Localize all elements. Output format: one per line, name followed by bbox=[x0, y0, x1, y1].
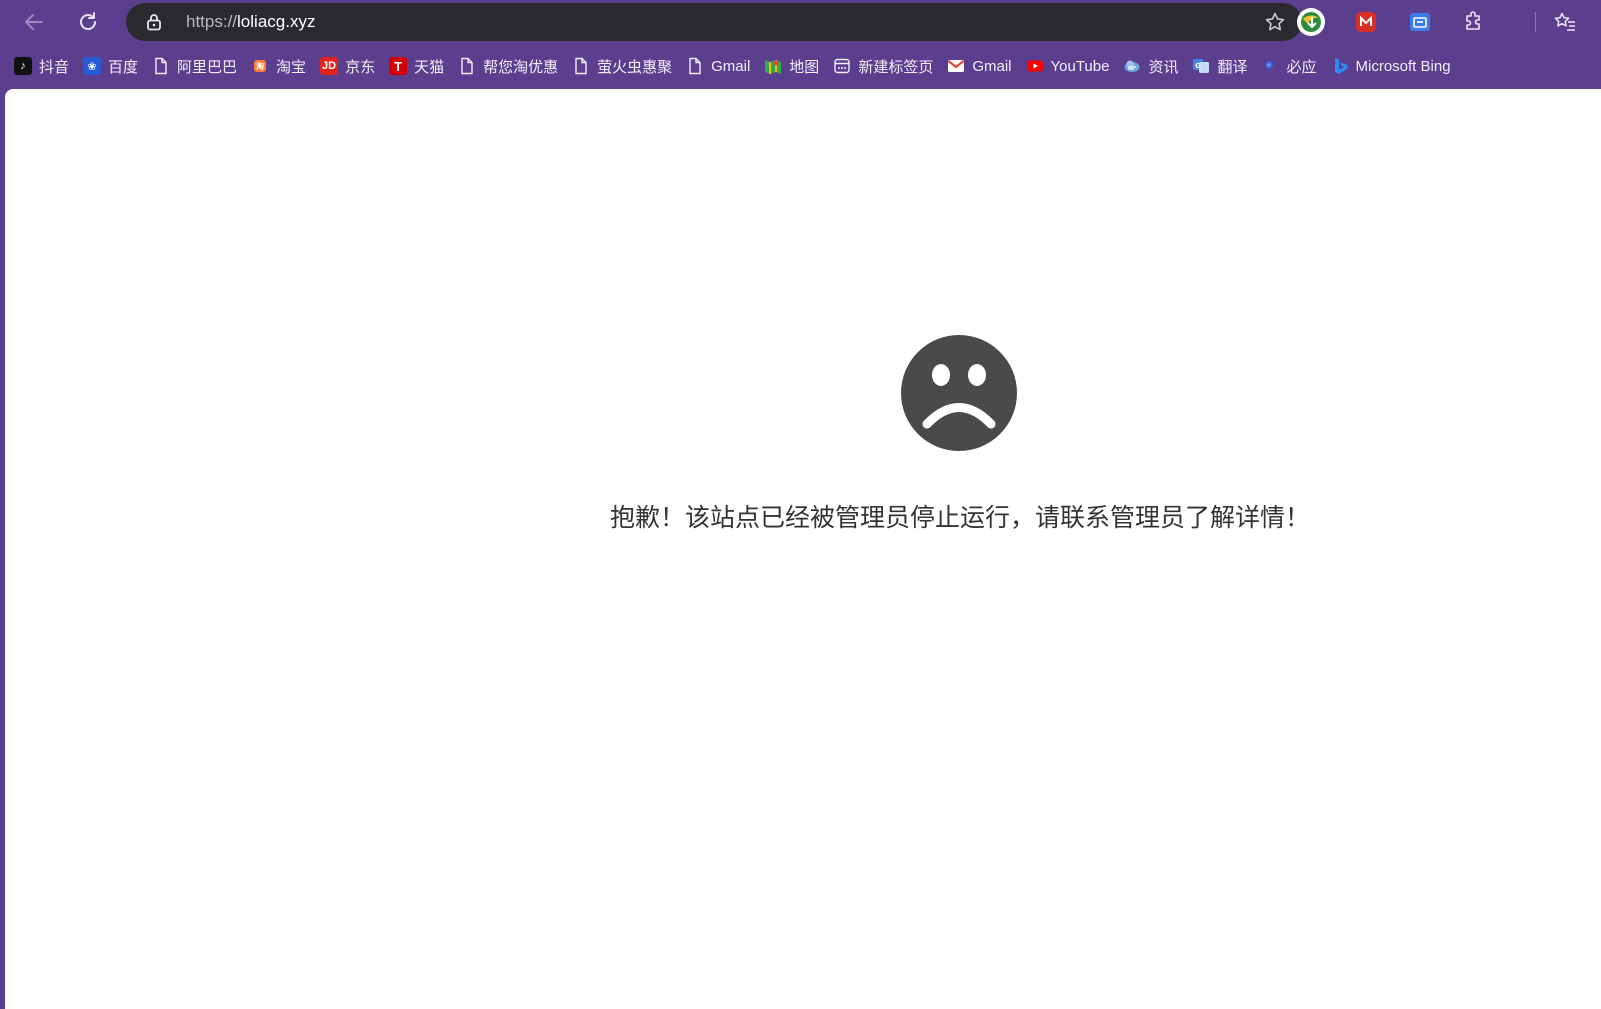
bookmark-label: 京东 bbox=[345, 58, 376, 76]
lock-icon[interactable] bbox=[144, 12, 164, 32]
bookmark-label: 淘宝 bbox=[276, 58, 307, 76]
bing-dot-icon bbox=[1265, 61, 1274, 69]
svg-text:G: G bbox=[1196, 62, 1202, 70]
bookmark-coupon[interactable]: 帮您淘优惠 bbox=[458, 52, 558, 80]
bookmark-tmall[interactable]: T 天猫 bbox=[389, 52, 444, 80]
bookmark-news[interactable]: 资讯 bbox=[1123, 52, 1178, 80]
extensions-button[interactable] bbox=[1459, 7, 1489, 37]
m-extension-icon bbox=[1356, 12, 1376, 32]
address-bar[interactable]: https://loliacg.xyz bbox=[126, 3, 1302, 41]
calendar-extension-icon bbox=[1410, 13, 1430, 31]
url-text[interactable]: https://loliacg.xyz bbox=[186, 3, 315, 41]
bookmark-label: 萤火虫惠聚 bbox=[597, 58, 673, 76]
translate-icon: G bbox=[1193, 59, 1210, 73]
bookmark-baidu[interactable]: ❀ 百度 bbox=[83, 52, 138, 80]
bookmark-label: 帮您淘优惠 bbox=[483, 58, 559, 76]
idm-globe-icon bbox=[1297, 8, 1325, 36]
bookmark-gmail[interactable]: Gmail bbox=[947, 52, 1012, 80]
reload-button[interactable] bbox=[72, 6, 104, 38]
url-host: loliacg.xyz bbox=[237, 12, 316, 31]
bookmark-youtube[interactable]: YouTube bbox=[1026, 52, 1110, 80]
page-content: 抱歉！该站点已经被管理员停止运行，请联系管理员了解详情！ bbox=[5, 89, 1601, 1009]
page-icon bbox=[689, 57, 701, 75]
bookmark-microsoft-bing[interactable]: Microsoft Bing bbox=[1331, 52, 1451, 80]
error-message: 抱歉！该站点已经被管理员停止运行，请联系管理员了解详情！ bbox=[610, 504, 1311, 532]
bookmark-new-tab[interactable]: 新建标签页 bbox=[833, 52, 933, 80]
bing-icon bbox=[1334, 58, 1347, 74]
page-icon bbox=[575, 57, 587, 75]
puzzle-icon bbox=[1466, 11, 1480, 30]
back-button[interactable] bbox=[18, 6, 50, 38]
bookmark-biying[interactable]: 必应 bbox=[1261, 52, 1317, 80]
bookmark-label: YouTube bbox=[1050, 57, 1110, 75]
bookmark-douyin[interactable]: ♪ 抖音 bbox=[14, 52, 69, 80]
bookmark-label: 百度 bbox=[108, 58, 139, 76]
extension-idm[interactable] bbox=[1296, 7, 1326, 37]
bookmark-firefly[interactable]: 萤火虫惠聚 bbox=[572, 52, 672, 80]
news-cloud-icon bbox=[1124, 60, 1140, 72]
maps-icon bbox=[765, 60, 782, 74]
bookmark-maps[interactable]: 地图 bbox=[764, 52, 819, 80]
bookmark-label: 阿里巴巴 bbox=[177, 58, 238, 76]
bookmark-translate[interactable]: G 翻译 bbox=[1192, 52, 1247, 80]
favorite-star-icon[interactable] bbox=[1264, 11, 1286, 33]
bookmark-alibaba[interactable]: 阿里巴巴 bbox=[152, 52, 237, 80]
bookmark-label: 必应 bbox=[1286, 58, 1317, 76]
page-icon bbox=[155, 57, 167, 75]
page-icon bbox=[461, 57, 473, 75]
arrow-left-icon bbox=[25, 14, 43, 30]
bookmark-taobao[interactable]: 淘 淘宝 bbox=[251, 52, 306, 80]
baidu-paw-icon: ❀ bbox=[83, 57, 102, 75]
reload-icon bbox=[80, 12, 96, 30]
favorites-button[interactable] bbox=[1550, 7, 1580, 37]
sad-face-icon bbox=[901, 335, 1017, 451]
bookmark-jd[interactable]: JD 京东 bbox=[320, 52, 375, 80]
browser-toolbar: https://loliacg.xyz bbox=[0, 0, 1601, 44]
tmall-icon: T bbox=[389, 57, 408, 75]
bookmarks-bar: ♪ 抖音 ❀ 百度 阿里巴巴 淘 淘宝 JD 京东 T 天猫 帮您淘优惠 萤火虫… bbox=[0, 46, 1601, 86]
jd-icon: JD bbox=[320, 57, 339, 75]
toolbar-divider bbox=[1535, 12, 1536, 32]
bookmark-label: Gmail bbox=[972, 57, 1012, 75]
bookmark-label: Gmail bbox=[711, 57, 751, 75]
bookmark-label: 抖音 bbox=[39, 58, 70, 76]
extension-calendar[interactable] bbox=[1405, 7, 1435, 37]
bookmark-label: 新建标签页 bbox=[858, 58, 934, 76]
bookmark-label: 资讯 bbox=[1148, 58, 1179, 76]
new-tab-icon bbox=[834, 58, 851, 74]
taobao-icon: 淘 bbox=[254, 60, 267, 72]
gmail-icon bbox=[948, 60, 965, 72]
bookmark-label: 翻译 bbox=[1217, 58, 1248, 76]
url-scheme: https:// bbox=[186, 12, 238, 31]
bookmark-label: 天猫 bbox=[414, 58, 445, 76]
youtube-icon bbox=[1026, 60, 1043, 72]
bookmark-label: Microsoft Bing bbox=[1355, 57, 1451, 75]
bookmark-gmail-page[interactable]: Gmail bbox=[686, 52, 750, 80]
favorites-list-icon bbox=[1554, 12, 1575, 31]
bookmark-label: 地图 bbox=[789, 58, 820, 76]
extension-m[interactable] bbox=[1351, 7, 1381, 37]
douyin-icon: ♪ bbox=[14, 57, 32, 75]
